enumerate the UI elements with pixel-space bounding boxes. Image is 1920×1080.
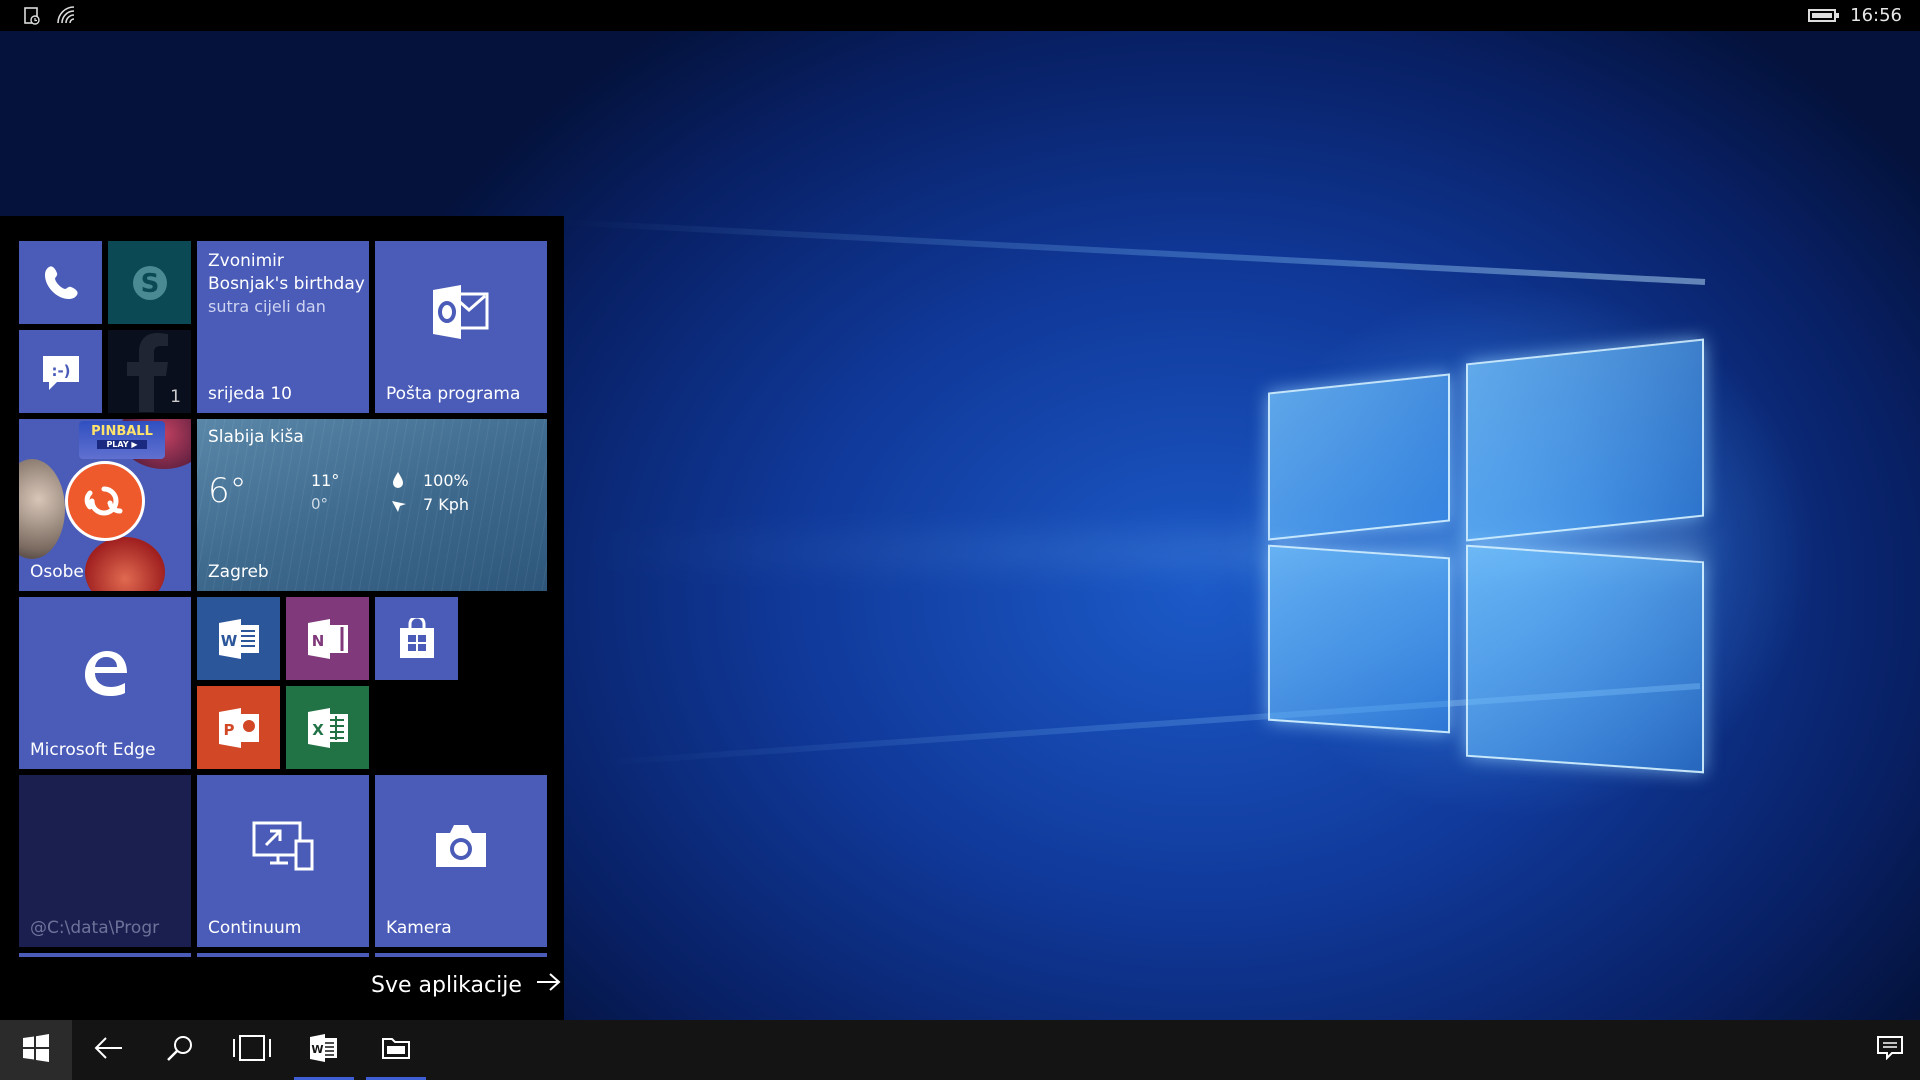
phone-icon xyxy=(19,241,102,324)
word-icon: W xyxy=(309,1034,339,1066)
all-apps-label: Sve aplikacije xyxy=(371,972,522,998)
tile-row-edge xyxy=(19,953,191,957)
calendar-event-title: Zvonimir Bosnjak's birthday xyxy=(208,251,365,294)
calendar-event-time: sutra cijeli dan xyxy=(208,297,326,316)
weather-wind: 7 Kph xyxy=(423,495,470,514)
people-photo-2 xyxy=(85,537,165,591)
arrow-right-icon xyxy=(536,972,562,998)
back-icon xyxy=(93,1036,123,1064)
tile-calendar[interactable]: Zvonimir Bosnjak's birthday sutra cijeli… xyxy=(197,241,369,413)
skype-icon: S xyxy=(108,241,191,324)
weather-temp: 6° xyxy=(208,471,247,511)
humidity-icon xyxy=(391,471,405,493)
tile-app-placeholder[interactable]: @C:\data\Progr xyxy=(19,775,191,947)
status-bar: 16:56 xyxy=(0,0,1920,31)
tile-phone[interactable] xyxy=(19,241,102,324)
wifi-icon xyxy=(56,6,78,30)
tile-powerpoint[interactable]: P xyxy=(197,686,280,769)
action-center-icon xyxy=(1877,1036,1903,1064)
pinball-banner: PINBALL PLAY ▶ xyxy=(79,421,165,459)
facebook-badge: 1 xyxy=(170,387,181,407)
svg-text:P: P xyxy=(223,721,234,739)
tile-messaging[interactable]: :-) xyxy=(19,330,102,413)
file-explorer-icon xyxy=(381,1036,411,1064)
task-view-button[interactable] xyxy=(222,1020,282,1080)
tile-weather[interactable]: Slabija kiša 6° 11° 0° 100% 7 Kph Zagreb xyxy=(197,419,547,591)
weather-low: 0° xyxy=(311,495,329,513)
phone-status-icon xyxy=(22,6,42,30)
excel-icon: X xyxy=(286,686,369,769)
people-photo-1 xyxy=(19,459,65,559)
tile-facebook[interactable]: 1 xyxy=(108,330,191,413)
clock: 16:56 xyxy=(1850,5,1902,26)
outlook-label: Pošta programa xyxy=(386,384,521,404)
tile-excel[interactable]: X xyxy=(286,686,369,769)
continuum-icon xyxy=(197,775,369,917)
start-button[interactable] xyxy=(0,1020,72,1080)
onenote-icon: N xyxy=(286,597,369,680)
taskbar-word[interactable]: W xyxy=(294,1020,354,1080)
powerpoint-icon: P xyxy=(197,686,280,769)
svg-text:S: S xyxy=(140,269,159,299)
tile-outlook-mail[interactable]: Pošta programa xyxy=(375,241,547,413)
start-icon xyxy=(22,1034,50,1066)
tile-onenote[interactable]: N xyxy=(286,597,369,680)
battery-icon xyxy=(1808,9,1840,22)
edge-icon xyxy=(19,597,191,749)
tile-camera[interactable]: Kamera xyxy=(375,775,547,947)
tile-row-edge xyxy=(375,953,547,957)
search-button[interactable] xyxy=(150,1020,210,1080)
pinball-play: PLAY ▶ xyxy=(97,440,147,449)
people-hub-icon xyxy=(65,461,145,541)
action-center-button[interactable] xyxy=(1860,1020,1920,1080)
taskbar: W xyxy=(0,1020,1920,1080)
placeholder-label: @C:\data\Progr xyxy=(30,918,160,938)
camera-icon xyxy=(375,775,547,917)
weather-high: 11° xyxy=(311,471,340,490)
continuum-label: Continuum xyxy=(208,918,302,938)
pinball-title: PINBALL xyxy=(91,424,153,439)
all-apps-button[interactable]: Sve aplikacije xyxy=(371,972,562,998)
svg-text:W: W xyxy=(220,632,237,650)
edge-label: Microsoft Edge xyxy=(30,740,156,760)
task-view-icon xyxy=(231,1035,273,1065)
svg-text:N: N xyxy=(311,632,324,650)
outlook-icon xyxy=(375,241,547,383)
tile-microsoft-edge[interactable]: Microsoft Edge xyxy=(19,597,191,769)
word-icon: W xyxy=(197,597,280,680)
tile-word[interactable]: W xyxy=(197,597,280,680)
search-icon xyxy=(166,1034,194,1066)
tile-people[interactable]: PINBALL PLAY ▶ Osobe xyxy=(19,419,191,591)
start-panel: S :-) 1 Zvonimir Bosnjak's birthday sutr… xyxy=(0,216,564,1020)
store-icon xyxy=(375,597,458,680)
weather-city: Zagreb xyxy=(208,562,269,582)
weather-condition: Slabija kiša xyxy=(208,427,304,447)
calendar-date: srijeda 10 xyxy=(208,384,292,404)
svg-text:W: W xyxy=(311,1043,323,1056)
svg-text:X: X xyxy=(312,721,324,739)
back-button[interactable] xyxy=(78,1020,138,1080)
messaging-icon: :-) xyxy=(19,330,102,413)
wind-icon xyxy=(391,497,407,517)
weather-humidity: 100% xyxy=(423,471,469,490)
svg-text::-): :-) xyxy=(51,362,70,380)
tile-continuum[interactable]: Continuum xyxy=(197,775,369,947)
tile-skype[interactable]: S xyxy=(108,241,191,324)
taskbar-file-explorer[interactable] xyxy=(366,1020,426,1080)
tile-row-edge xyxy=(197,953,369,957)
camera-label: Kamera xyxy=(386,918,452,938)
people-label: Osobe xyxy=(30,562,84,582)
tile-store[interactable] xyxy=(375,597,458,680)
